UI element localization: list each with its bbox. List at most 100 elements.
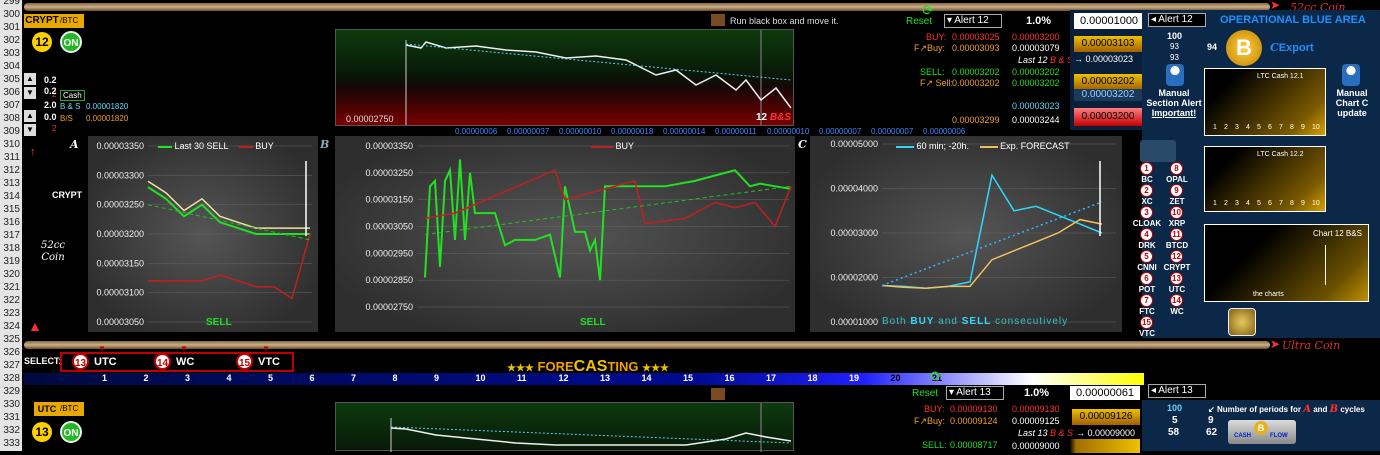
row-number: 322 [3,295,20,306]
period-number[interactable]: 14 [642,373,652,383]
alert-select-right[interactable]: ◂ Alert 12 [1148,13,1206,27]
spin-up-button[interactable]: ▲ [24,73,36,85]
chart-c-legend-60min: 60 min; -20h. [916,141,970,151]
sell-value-1-bottom: 0.00008717 [950,440,998,450]
arrow-value-bottom: → 0.00009000 [1076,428,1136,438]
x-tick: 0.00000011 [715,127,757,136]
coin-xc-button[interactable]: 2 [1140,184,1153,197]
reset-button-bottom[interactable]: Reset [912,388,938,399]
coin-cnni-button[interactable]: 5 [1140,250,1153,263]
coin-bc-label: BC [1141,175,1153,184]
period-number[interactable]: 13 [600,373,610,383]
coin-cloak-button[interactable]: 3 [1140,206,1153,219]
spin-down-button-2[interactable]: ▼ [24,124,36,136]
on-status-button-bottom[interactable]: ON [60,421,82,443]
period-number[interactable]: 20 [891,373,901,383]
coin-zet-button[interactable]: 9 [1170,184,1183,197]
chart-a-svg: 0.00003350 0.00003300 0.00003250 0.00003200… [96,141,312,327]
period-number[interactable]: 17 [766,373,776,383]
coin-btcd-button[interactable]: 11 [1170,228,1183,241]
chart-b-svg: 0.00003350 0.00003250 0.00003150 0.00003050… [365,141,792,312]
person-icon-2[interactable] [1342,64,1360,86]
export-button[interactable]: CExport [1270,41,1314,54]
black-box-icon-bottom[interactable] [711,388,725,400]
bitcoin-icon[interactable]: B [1226,30,1262,66]
period-number[interactable]: 19 [849,373,859,383]
select-vtc-label[interactable]: VTC [258,356,280,368]
sell-label: SELL: [920,67,945,77]
row-number: 333 [3,438,20,449]
coin-logo-icon [1140,140,1176,162]
chart-c-series-0 [881,173,1103,289]
y-tick-label: 0.00002750 [365,302,413,312]
y-tick-label: 0.00003050 [365,222,413,232]
x-tick: 7 [1279,200,1283,207]
row-number: 325 [3,334,20,345]
manual-section-alert-button[interactable]: Manual Section Alert Important! [1144,88,1204,118]
period-number[interactable]: 6 [310,373,315,383]
period-number[interactable]: 1 [102,373,107,383]
select-box[interactable]: 13 UTC ▼ 14 WC ▼ 15 VTC ▼ [60,344,294,372]
period-number[interactable]: 2 [144,373,149,383]
coin-ftc-button[interactable]: 7 [1140,294,1153,307]
coin-bc-button[interactable]: 1 [1140,162,1153,175]
cash-flow-button[interactable]: B CASH FLOW [1228,420,1296,444]
alert-select[interactable]: ▾ Alert 12 [944,14,1002,28]
period-number[interactable]: 11 [517,373,527,383]
period-number[interactable]: 8 [393,373,398,383]
row-number: 302 [3,35,20,46]
coin-utc-button[interactable]: 13 [1170,272,1183,285]
coin-vtc-button[interactable]: 15 [1140,316,1153,329]
value-b: 0.00003244 [1012,115,1060,125]
person-icon[interactable] [1166,64,1184,86]
last-label-bottom: Last 13 B & S [1018,428,1073,438]
alert-select-value: Alert 12 [954,15,989,26]
period-number[interactable]: 4 [227,373,232,383]
select-vtc-badge[interactable]: 15 [236,353,253,370]
reset-arrow-icon[interactable]: ⟳ [922,2,940,18]
coin-wc-button[interactable]: 14 [1170,294,1183,307]
select-wc-badge[interactable]: 14 [154,353,171,370]
period-number[interactable]: 7 [351,373,356,383]
alert-select-bottom[interactable]: ▾ Alert 13 [946,386,1004,400]
period-number[interactable]: 10 [476,373,486,383]
spin-down-button[interactable]: ▼ [24,87,36,99]
coin-xrp-button[interactable]: 10 [1170,206,1183,219]
select-wc-label[interactable]: WC [176,356,194,368]
coin-drk-button[interactable]: 4 [1140,228,1153,241]
coin-crypt-button[interactable]: 12 [1170,250,1183,263]
chart-c-caption: Both BUY and SELL consecutively [882,316,1068,327]
period-number[interactable]: 12 [559,373,569,383]
crypt-tag: CRYPT [24,14,60,28]
chevron-down-icon: ▾ [947,15,953,26]
select-utc-label[interactable]: UTC [94,356,117,368]
select-utc-badge[interactable]: 13 [72,353,89,370]
coin-pot-button[interactable]: 6 [1140,272,1153,285]
legend-num-b: 2 [52,124,57,133]
y-tick-label: 0.00002000 [830,273,878,283]
coins-icon[interactable] [1228,308,1256,336]
period-number[interactable]: 9 [434,373,439,383]
reset-arrow-icon-bottom[interactable]: ⟳ [930,368,942,385]
black-box-icon[interactable] [711,14,725,26]
y-tick-label: 0.00002850 [365,275,413,285]
manual-chart-c-button[interactable]: Manual Chart C update [1330,88,1374,118]
the-charts-label: the charts [1253,291,1284,298]
period-number[interactable]: 18 [808,373,818,383]
top-chart-trend [405,43,792,81]
period-number[interactable]: 3 [185,373,190,383]
period-number[interactable]: 15 [683,373,693,383]
coin-opal-button[interactable]: 8 [1170,162,1183,175]
row-number: 312 [3,165,20,176]
fsell-label: F↗ Sell: [920,78,954,88]
box-2-bottom: 0.00009126 [1072,409,1140,425]
x-tick: 2 [1224,200,1228,207]
alert-select-bottom-right[interactable]: ◂ Alert 13 [1148,384,1206,398]
period-number[interactable]: 16 [725,373,735,383]
pair-tag-bottom: /BTC [60,402,84,416]
value-c: 0.00003299 [952,115,1000,125]
x-tick: 0.00000010 [767,127,810,136]
period-number[interactable]: 5 [268,373,273,383]
on-status-button[interactable]: ON [60,31,82,53]
spin-up-button-2[interactable]: ▲ [24,110,36,122]
